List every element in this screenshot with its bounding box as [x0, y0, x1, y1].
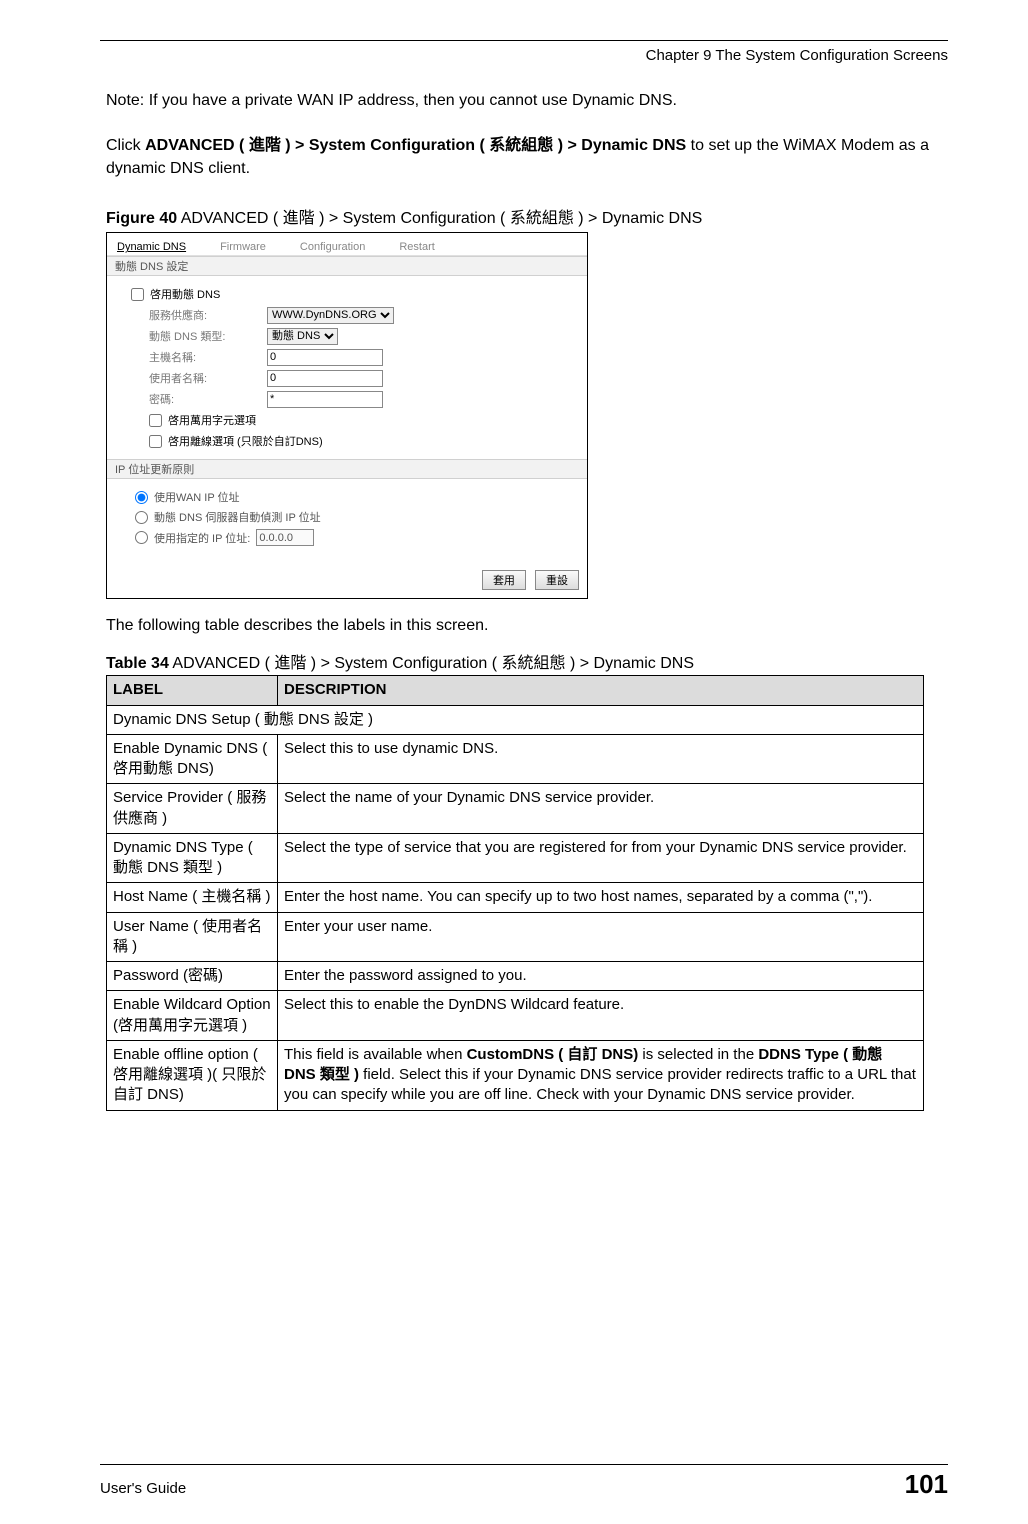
label-host: 主機名稱:: [149, 349, 261, 365]
table-cell-desc: Enter the host name. You can specify up …: [278, 883, 924, 912]
table-cell-label: Password (密碼): [107, 962, 278, 991]
table-cell-label: Dynamic DNS Type ( 動態 DNS 類型 ): [107, 833, 278, 883]
tab-restart[interactable]: Restart: [397, 239, 436, 255]
table-cell-desc: Enter your user name.: [278, 912, 924, 962]
tab-firmware[interactable]: Firmware: [218, 239, 268, 255]
table-cell-desc: This field is available when CustomDNS (…: [278, 1040, 924, 1110]
table-cell-label: Host Name ( 主機名稱 ): [107, 883, 278, 912]
label-wildcard: 啓用萬用字元選項: [168, 412, 256, 428]
input-host[interactable]: [267, 349, 383, 366]
label-password: 密碼:: [149, 391, 261, 407]
select-provider[interactable]: WWW.DynDNS.ORG: [267, 307, 394, 324]
group-dns-setup: 動態 DNS 設定: [107, 256, 587, 276]
radio-specify-ip[interactable]: [135, 531, 148, 544]
th-description: DESCRIPTION: [278, 676, 924, 705]
th-label: LABEL: [107, 676, 278, 705]
table-cell-label: Enable Dynamic DNS ( 啓用動態 DNS): [107, 734, 278, 784]
apply-button[interactable]: 套用: [482, 570, 526, 590]
nav-instruction: Click ADVANCED ( 進階 ) > System Configura…: [106, 134, 948, 180]
table-intro: The following table describes the labels…: [106, 617, 948, 635]
table-caption: Table 34 ADVANCED ( 進階 ) > System Config…: [106, 649, 948, 673]
label-specify-ip: 使用指定的 IP 位址:: [154, 530, 250, 546]
table-cell-label: User Name ( 使用者名稱 ): [107, 912, 278, 962]
table-cell-desc: Select this to use dynamic DNS.: [278, 734, 924, 784]
table-cell-desc: Select this to enable the DynDNS Wildcar…: [278, 991, 924, 1041]
checkbox-wildcard[interactable]: [149, 414, 162, 427]
figure-screenshot: Dynamic DNS Firmware Configuration Resta…: [106, 232, 588, 599]
note-text: Note: If you have a private WAN IP addre…: [106, 92, 948, 110]
radio-wan-ip[interactable]: [135, 491, 148, 504]
label-provider: 服務供應商:: [149, 307, 261, 323]
chapter-header: Chapter 9 The System Configuration Scree…: [100, 47, 948, 64]
page-number: 101: [905, 1469, 948, 1500]
table-cell-label: Enable Wildcard Option (啓用萬用字元選項 ): [107, 991, 278, 1041]
tab-configuration[interactable]: Configuration: [298, 239, 367, 255]
input-user[interactable]: [267, 370, 383, 387]
footer-guide: User's Guide: [100, 1480, 186, 1497]
label-dns-type: 動態 DNS 類型:: [149, 328, 261, 344]
label-auto-detect: 動態 DNS 伺服器自動偵測 IP 位址: [154, 509, 321, 525]
input-specify-ip[interactable]: [256, 529, 314, 546]
label-wan-ip: 使用WAN IP 位址: [154, 489, 240, 505]
figure-caption: Figure 40 ADVANCED ( 進階 ) > System Confi…: [106, 204, 948, 228]
tab-dynamic-dns[interactable]: Dynamic DNS: [115, 239, 188, 255]
group-ip-policy: IP 位址更新原則: [107, 459, 587, 479]
checkbox-enable-ddns[interactable]: [131, 288, 144, 301]
table-cell-label: Enable offline option ( 啓用離線選項 )( 只限於自訂 …: [107, 1040, 278, 1110]
label-user: 使用者名稱:: [149, 370, 261, 386]
input-password[interactable]: [267, 391, 383, 408]
table-cell-desc: Enter the password assigned to you.: [278, 962, 924, 991]
label-enable-ddns: 啓用動態 DNS: [150, 286, 220, 302]
label-offline: 啓用離線選項 (只限於自訂DNS): [168, 433, 323, 449]
table-cell-label: Service Provider ( 服務供應商 ): [107, 784, 278, 834]
reset-button[interactable]: 重設: [535, 570, 579, 590]
description-table: LABEL DESCRIPTION Dynamic DNS Setup ( 動態…: [106, 675, 924, 1110]
checkbox-offline[interactable]: [149, 435, 162, 448]
table-cell-desc: Select the type of service that you are …: [278, 833, 924, 883]
select-dns-type[interactable]: 動態 DNS: [267, 328, 338, 345]
table-section-header: Dynamic DNS Setup ( 動態 DNS 設定 ): [107, 705, 924, 734]
radio-auto-detect[interactable]: [135, 511, 148, 524]
table-cell-desc: Select the name of your Dynamic DNS serv…: [278, 784, 924, 834]
